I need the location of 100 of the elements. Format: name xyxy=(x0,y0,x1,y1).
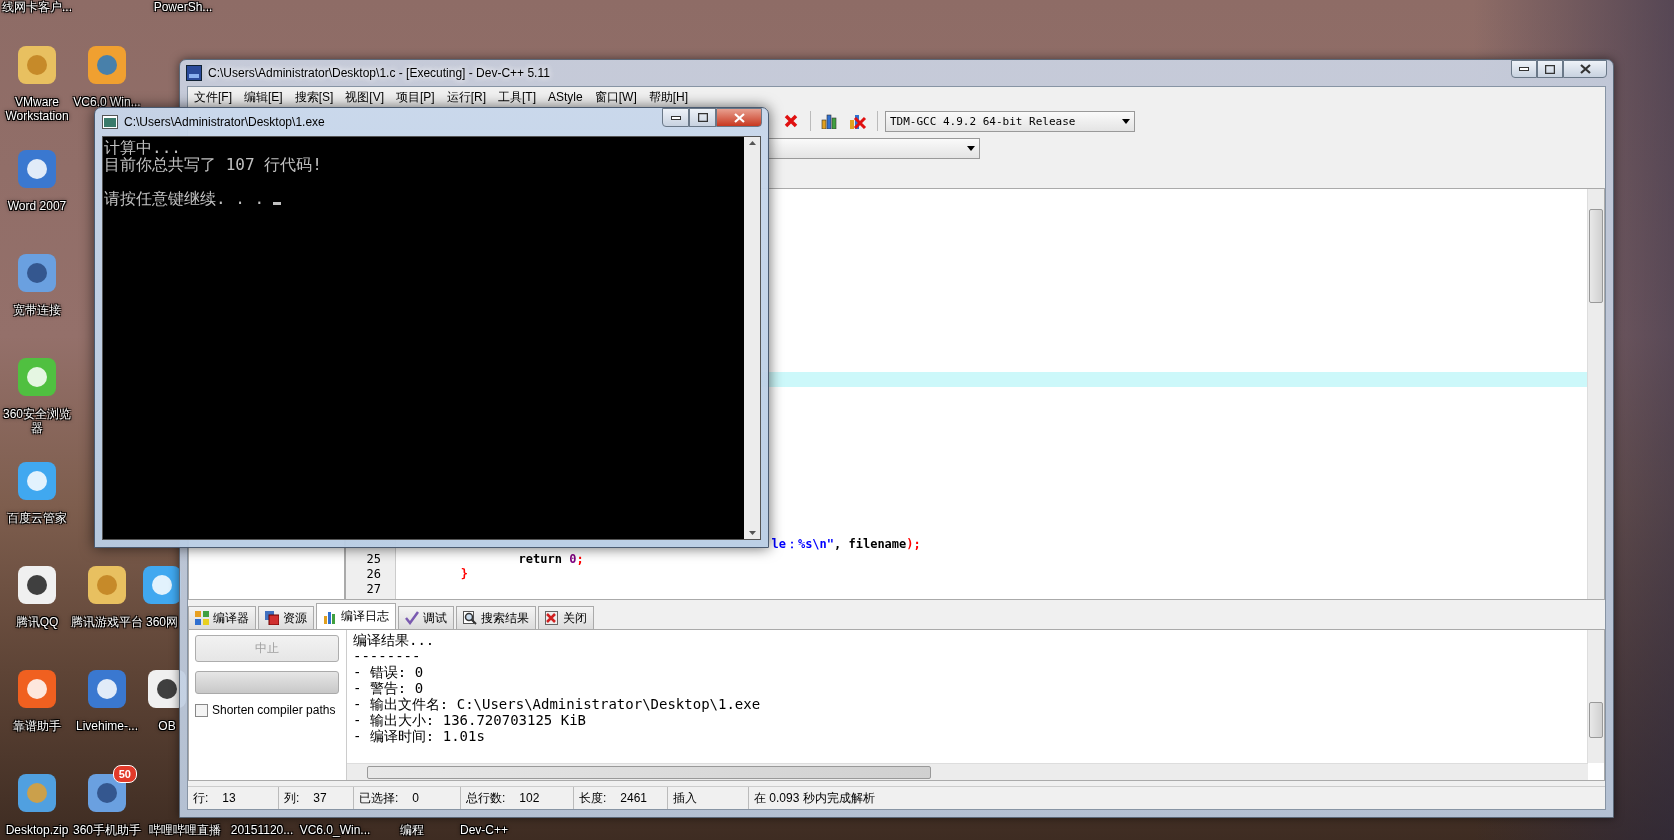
app-icon[interactable] xyxy=(85,667,129,711)
grid-icon xyxy=(195,611,209,625)
checkbox[interactable] xyxy=(195,703,208,717)
log-line: - 编译时间: 1.01s xyxy=(353,728,486,744)
icon-label[interactable]: 百度云管家 xyxy=(7,511,67,525)
dropdown[interactable] xyxy=(767,137,980,159)
close-icon xyxy=(733,112,745,123)
app-icon[interactable] xyxy=(15,771,59,815)
status-label: 总行数: xyxy=(466,789,506,807)
status-value: 在 0.093 秒内完成解析 xyxy=(754,789,875,807)
log-line: 编译结果... xyxy=(353,632,436,648)
code-line: le：%s\n", filename); xyxy=(771,537,921,551)
tab[interactable]: 调试 xyxy=(398,606,454,629)
code-line: } xyxy=(460,567,469,581)
status-value: 0 xyxy=(412,791,420,805)
tab[interactable]: 编译器 xyxy=(188,606,256,629)
checkmark-icon xyxy=(405,611,419,625)
app-icon[interactable] xyxy=(15,563,59,607)
status-label: 已选择: xyxy=(359,789,399,807)
magnifier-icon xyxy=(463,611,477,625)
cross-icon xyxy=(784,114,798,128)
app-icon[interactable] xyxy=(85,563,129,607)
menu-item[interactable]: 文件[F] xyxy=(188,88,238,106)
caret-icon xyxy=(967,145,975,151)
app-icon[interactable] xyxy=(15,667,59,711)
icon-label[interactable]: Livehime-... xyxy=(76,719,138,733)
icon-label[interactable]: Word 2007 xyxy=(7,199,67,213)
console-line: 请按任意键继续. . . xyxy=(104,189,265,208)
menu-item[interactable]: 项目[P] xyxy=(390,88,441,106)
status-value: 插入 xyxy=(673,789,697,807)
window-title: C:\Users\Administrator\Desktop\1.c - [Executing] - Dev-C++ 5.11 xyxy=(208,66,550,80)
caret-icon xyxy=(1122,118,1130,124)
line-number: 26 xyxy=(366,567,381,581)
menu-item[interactable]: 视图[V] xyxy=(339,88,390,106)
text-cursor xyxy=(273,202,282,205)
icon-label[interactable]: 宽带连接 xyxy=(13,303,61,317)
icon-label[interactable]: Dev-C++ xyxy=(460,823,508,837)
menu-item[interactable]: 搜索[S] xyxy=(288,88,340,106)
icon-label[interactable]: 360手机助手 xyxy=(73,823,141,837)
close-button[interactable] xyxy=(1563,60,1607,78)
app-icon[interactable] xyxy=(15,459,59,503)
close-icon xyxy=(545,611,559,625)
status-value: 2461 xyxy=(620,791,648,805)
status-label: 列: xyxy=(284,789,300,807)
stacked-squares-icon xyxy=(265,611,279,625)
maximize-icon xyxy=(697,113,708,122)
icon-label[interactable]: VMware Workstation xyxy=(0,95,74,123)
code-line: return 0; xyxy=(518,552,584,566)
app-icon[interactable] xyxy=(15,355,59,399)
line-number: 27 xyxy=(366,582,381,596)
vertical-scrollbar[interactable] xyxy=(1587,189,1604,599)
log-line: - 警告: 0 xyxy=(353,680,425,696)
minimize-button[interactable] xyxy=(1511,60,1537,78)
compiler-dropdown[interactable]: TDM-GCC 4.9.2 64-bit Release xyxy=(885,110,1135,132)
status-value: 37 xyxy=(313,791,327,805)
minimize-button[interactable] xyxy=(662,108,689,127)
tab[interactable]: 关闭 xyxy=(538,606,594,629)
icon-label[interactable]: OB xyxy=(158,719,176,733)
line-number: 25 xyxy=(366,552,381,566)
log-line: - 错误: 0 xyxy=(353,664,425,680)
icon-label[interactable]: 编程 xyxy=(400,823,424,837)
icon-label[interactable]: VC6.0_Win... xyxy=(299,823,371,837)
icon-label[interactable]: 线网卡客户... xyxy=(2,0,72,14)
tab[interactable]: 编译日志 xyxy=(316,603,396,629)
menu-item[interactable]: AStyle xyxy=(542,90,589,104)
tab[interactable]: 搜索结果 xyxy=(456,606,536,629)
app-icon[interactable] xyxy=(85,771,129,815)
maximize-icon xyxy=(1545,64,1555,74)
horizontal-scrollbar[interactable] xyxy=(347,763,1588,780)
icon-label[interactable]: 20151120... xyxy=(230,823,294,837)
icon-label[interactable]: 360网 xyxy=(146,615,178,629)
icon-label[interactable]: 腾讯游戏平台 xyxy=(71,615,143,629)
checkbox-label[interactable]: Shorten compiler paths xyxy=(212,703,336,717)
icon-label[interactable]: 靠谱助手 xyxy=(13,719,61,733)
status-value: 13 xyxy=(222,791,236,805)
tab[interactable]: 资源 xyxy=(258,606,314,629)
icon-label[interactable]: VC6.0 Win... xyxy=(73,95,141,109)
icon-label[interactable]: 腾讯QQ xyxy=(15,615,59,629)
menu-item[interactable]: 窗口[W] xyxy=(588,88,643,106)
maximize-button[interactable] xyxy=(689,108,716,127)
vertical-scrollbar[interactable] xyxy=(744,137,760,539)
log-line: - 输出大小: 136.720703125 KiB xyxy=(353,712,587,728)
count-badge: 50 xyxy=(112,765,137,783)
bar-chart-icon xyxy=(323,609,337,624)
console-icon xyxy=(102,115,118,129)
maximize-button[interactable] xyxy=(1537,60,1563,78)
close-button[interactable] xyxy=(716,108,762,127)
menu-item[interactable]: 运行[R] xyxy=(440,88,493,106)
icon-label[interactable]: Desktop.zip xyxy=(5,823,69,837)
menu-item[interactable]: 工具[T] xyxy=(492,88,543,106)
icon-label[interactable]: 哔哩哔哩直播 xyxy=(149,823,221,837)
minimize-icon xyxy=(1519,67,1529,71)
menu-item[interactable]: 编辑[E] xyxy=(238,88,289,106)
menu-item[interactable]: 帮助[H] xyxy=(642,88,695,106)
vertical-scrollbar[interactable] xyxy=(1587,630,1604,763)
log-line: - 输出文件名: C:\Users\Administrator\Desktop\1.exe xyxy=(353,696,762,712)
icon-label[interactable]: 360安全浏览器 xyxy=(0,407,74,435)
bar-chart-icon xyxy=(821,113,839,129)
icon-label[interactable]: PowerSh... xyxy=(153,0,213,14)
console-line: 计算中... xyxy=(104,138,181,157)
